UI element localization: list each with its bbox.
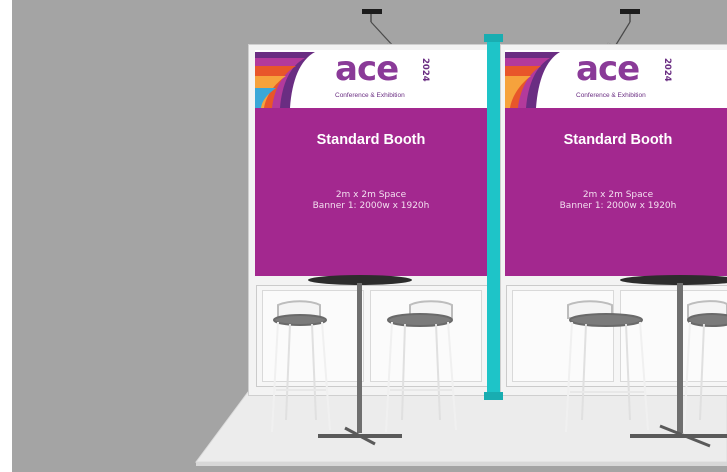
booth-render-scene: ace 2024 Conference & Exhibition Standar…: [0, 0, 727, 472]
bar-stool-icon: [683, 300, 727, 433]
bar-stool-icon: [385, 300, 457, 433]
furniture: [271, 275, 727, 448]
bar-stool-icon: [271, 300, 331, 433]
bar-stool-icon: [565, 300, 649, 433]
bar-table-icon: [308, 275, 412, 446]
